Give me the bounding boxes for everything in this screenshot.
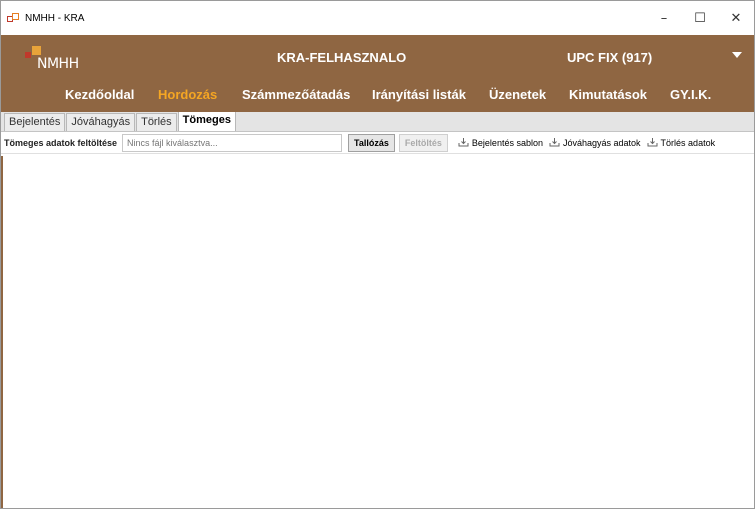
download-tray-icon <box>549 138 560 147</box>
download-tray-icon <box>647 138 658 147</box>
title-bar: NMHH - KRA – ☐ ✕ <box>1 1 754 35</box>
download-tray-icon <box>458 138 469 147</box>
download-bejelentes-sablon-link[interactable]: Bejelentés sablon <box>458 138 543 148</box>
provider-selector[interactable]: UPC FIX (917) <box>567 50 652 65</box>
link-label: Bejelentés sablon <box>471 137 543 148</box>
nav-item-kezdooldal[interactable]: Kezdőoldal <box>65 87 134 102</box>
nmhh-logo: NMHH <box>25 42 85 72</box>
browse-button[interactable]: Tallózás <box>348 133 395 152</box>
tab-torles[interactable]: Törlés <box>136 113 177 131</box>
file-path-input[interactable] <box>122 133 343 152</box>
tab-tomeges[interactable]: Tömeges <box>177 111 236 131</box>
close-button[interactable]: ✕ <box>718 1 754 35</box>
current-user: KRA-FELHASZNALO <box>277 50 407 65</box>
nav-item-szammezoatadas[interactable]: Számmezőátadás <box>242 87 350 102</box>
chevron-down-icon[interactable] <box>732 52 742 58</box>
link-label: Jóváhagyás adatok <box>562 137 641 148</box>
sub-tabs: Bejelentés Jóváhagyás Törlés Tömeges <box>1 111 754 132</box>
nav-item-iranyitasi-listak[interactable]: Irányítási listák <box>372 87 466 102</box>
main-nav: Kezdőoldal Hordozás Számmezőátadás Irány… <box>1 78 754 112</box>
tab-jovahagyas[interactable]: Jóváhagyás <box>66 113 136 131</box>
nav-item-kimutatasok[interactable]: Kimutatások <box>569 87 647 102</box>
app-header: NMHH KRA-FELHASZNALO UPC FIX (917) <box>1 35 754 78</box>
left-border <box>1 156 3 508</box>
nav-item-hordozas[interactable]: Hordozás <box>158 87 217 102</box>
app-icon <box>7 13 21 23</box>
link-label: Törlés adatok <box>660 137 716 148</box>
maximize-button[interactable]: ☐ <box>682 1 718 35</box>
nav-item-gyik[interactable]: GY.I.K. <box>670 87 711 102</box>
download-jovahagyas-adatok-link[interactable]: Jóváhagyás adatok <box>549 138 641 148</box>
download-torles-adatok-link[interactable]: Törlés adatok <box>647 137 716 148</box>
logo-text: NMHH <box>37 56 79 72</box>
tab-bejelentes[interactable]: Bejelentés <box>4 113 66 131</box>
window-title: NMHH - KRA <box>25 12 85 24</box>
bulk-upload-label: Tömeges adatok feltöltése <box>4 137 118 148</box>
nav-item-uzenetek[interactable]: Üzenetek <box>489 87 546 102</box>
content-area <box>1 156 754 508</box>
window-controls: – ☐ ✕ <box>646 1 754 35</box>
app-window: NMHH - KRA – ☐ ✕ NMHH KRA-FELHASZNALO UP… <box>0 0 755 509</box>
minimize-button[interactable]: – <box>646 1 682 35</box>
upload-button[interactable]: Feltöltés <box>398 133 448 152</box>
bulk-upload-toolbar: Tömeges adatok feltöltése Tallózás Feltö… <box>1 132 754 154</box>
